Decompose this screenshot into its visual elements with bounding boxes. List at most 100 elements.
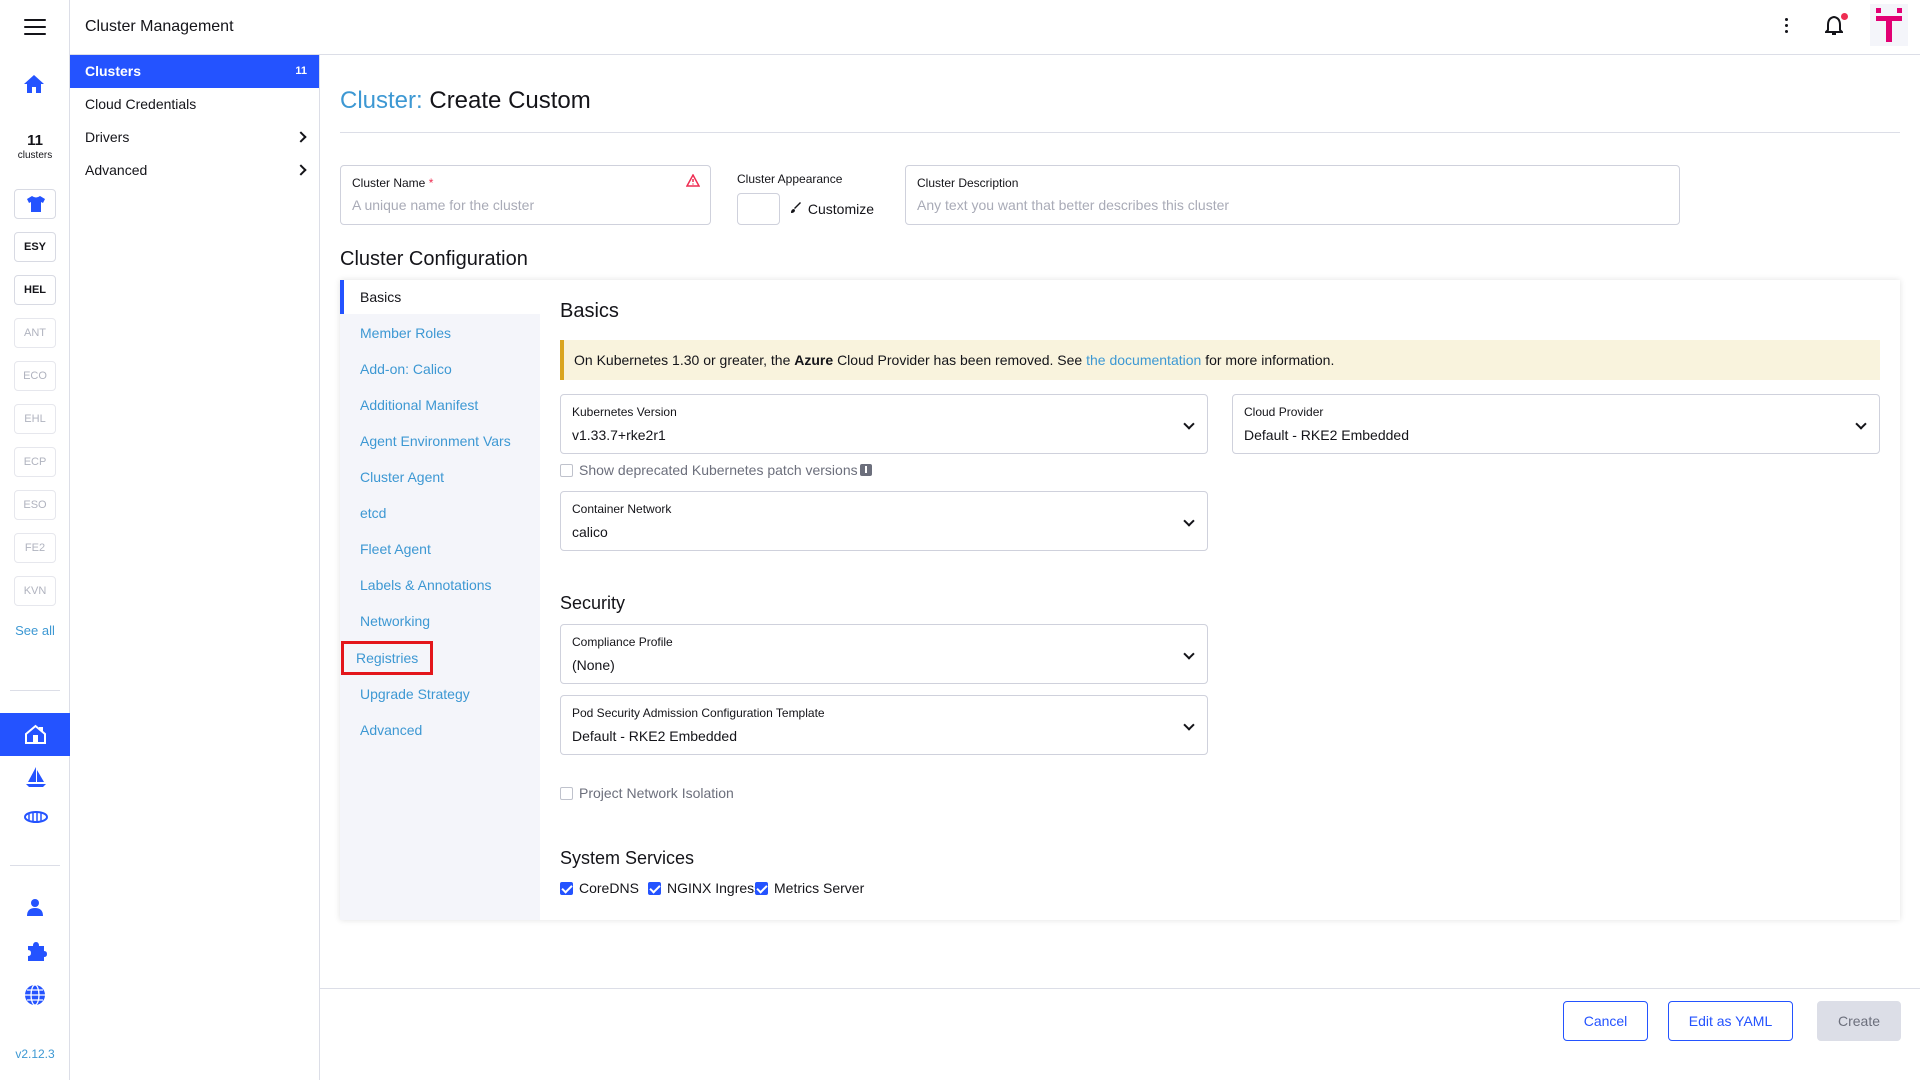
main-content: Cluster: Create Custom Cluster Name * A … [320,55,1920,1080]
cloud-provider-value: Default - RKE2 Embedded [1244,427,1409,443]
sidenav-item-label: Advanced [85,162,148,178]
cluster-badge-fe2[interactable]: FE2 [14,533,56,563]
cluster-name-field[interactable]: Cluster Name * A unique name for the clu… [340,165,711,225]
azure-warning-banner: On Kubernetes 1.30 or greater, the Azure… [560,340,1880,380]
version-label[interactable]: v2.12.3 [0,1047,70,1061]
cluster-badge-esy[interactable]: ESY [14,232,56,262]
cluster-management-nav[interactable] [0,713,70,756]
page-title-text: Create Custom [429,87,591,114]
rail-divider [10,865,60,866]
tab-additional-manifest[interactable]: Additional Manifest [340,388,540,422]
hamburger-menu-icon[interactable] [24,19,46,35]
container-network-value: calico [572,524,608,540]
metrics-server-checkbox-row[interactable]: Metrics Server [755,880,864,896]
user-avatar-logo[interactable] [1870,4,1908,46]
tab-registries[interactable]: Registries [340,641,540,675]
cluster-management-icon [25,724,46,744]
cluster-description-field[interactable]: Cluster Description Any text you want th… [905,165,1680,225]
container-network-label: Container Network [572,502,672,516]
basics-content: Basics On Kubernetes 1.30 or greater, th… [540,280,1900,920]
notifications-bell-icon[interactable] [1823,13,1848,41]
pod-security-admission-label: Pod Security Admission Configuration Tem… [572,706,825,720]
cluster-badge-ecp[interactable]: ECP [14,447,56,477]
extensions-icon[interactable] [24,810,48,829]
globe-icon[interactable] [24,984,46,1011]
cluster-badge-ant[interactable]: ANT [14,318,56,348]
kubernetes-version-select[interactable]: Kubernetes Version v1.33.7+rke2r1 [560,394,1208,454]
sidenav-item-clusters[interactable]: Clusters 11 [70,55,319,88]
cluster-name-label: Cluster Name * [352,176,434,190]
cancel-button[interactable]: Cancel [1563,1001,1648,1041]
tab-fleet-agent[interactable]: Fleet Agent [340,532,540,566]
page-title-prefix[interactable]: Cluster: [340,87,423,114]
puzzle-icon[interactable] [25,940,47,967]
warning-icon [685,173,701,192]
sidenav-item-advanced[interactable]: Advanced [70,154,319,187]
tab-basics[interactable]: Basics [340,280,540,314]
cluster-appearance-label: Cluster Appearance [737,172,843,186]
tab-etcd[interactable]: etcd [340,496,540,530]
side-nav: Clusters 11 Cloud Credentials Drivers Ad… [70,55,320,1080]
info-icon[interactable] [859,464,872,476]
sidenav-item-drivers[interactable]: Drivers [70,121,319,154]
cluster-description-input[interactable]: Any text you want that better describes … [917,197,1229,213]
kebab-menu-icon[interactable] [1785,18,1789,36]
chevron-down-icon [1183,418,1195,430]
kubernetes-version-label: Kubernetes Version [572,405,677,419]
cloud-provider-select[interactable]: Cloud Provider Default - RKE2 Embedded [1232,394,1880,454]
sidenav-item-label: Drivers [85,129,130,145]
tab-agent-environment-vars[interactable]: Agent Environment Vars [340,424,540,458]
documentation-link[interactable]: the documentation [1086,352,1201,368]
metrics-server-checkbox[interactable] [755,881,768,895]
header-title: Cluster Management [85,18,234,35]
cluster-badge-eco[interactable]: ECO [14,361,56,391]
config-tabs: Basics Member Roles Add-on: Calico Addit… [340,280,540,920]
sidenav-item-label: Cloud Credentials [85,96,197,112]
chevron-right-icon [295,164,307,176]
cluster-badge-kvn[interactable]: KVN [14,576,56,606]
cluster-appearance-preview[interactable] [737,193,780,225]
project-network-isolation-row[interactable]: Project Network Isolation [560,785,734,801]
chevron-down-icon [1183,719,1195,731]
home-icon[interactable] [23,74,45,99]
chevron-right-icon [295,131,307,143]
pod-security-admission-select[interactable]: Pod Security Admission Configuration Tem… [560,695,1208,755]
cluster-badge-hel[interactable]: HEL [14,275,56,305]
coredns-checkbox[interactable] [560,881,573,895]
tab-networking[interactable]: Networking [340,604,540,638]
edit-as-yaml-button[interactable]: Edit as YAML [1668,1001,1793,1041]
nginx-ingress-checkbox[interactable] [648,881,661,895]
tab-member-roles[interactable]: Member Roles [340,316,540,350]
tab-advanced[interactable]: Advanced [340,713,540,747]
project-network-isolation-checkbox[interactable] [560,786,573,800]
pod-security-admission-value: Default - RKE2 Embedded [572,728,737,744]
tab-labels-annotations[interactable]: Labels & Annotations [340,568,540,602]
cluster-badge-tshirt[interactable] [14,189,56,219]
nginx-ingress-label: NGINX Ingress [667,880,762,896]
cloud-provider-label: Cloud Provider [1244,405,1324,419]
show-deprecated-checkbox-row[interactable]: Show deprecated Kubernetes patch version… [560,462,872,478]
page-title: Cluster: Create Custom [340,87,591,115]
chevron-down-icon [1183,648,1195,660]
user-icon[interactable] [26,898,44,921]
cluster-description-label: Cluster Description [917,176,1019,190]
customize-button[interactable]: Customize [790,201,874,217]
create-button[interactable]: Create [1817,1001,1901,1041]
tshirt-icon [26,195,46,224]
tab-cluster-agent[interactable]: Cluster Agent [340,460,540,494]
container-network-select[interactable]: Container Network calico [560,491,1208,551]
tab-addon-calico[interactable]: Add-on: Calico [340,352,540,386]
cluster-configuration-panel: Basics Member Roles Add-on: Calico Addit… [340,280,1900,920]
sailboat-icon[interactable] [25,766,47,793]
nginx-ingress-checkbox-row[interactable]: NGINX Ingress [648,880,761,896]
cluster-badge-eso[interactable]: ESO [14,490,56,520]
title-divider [340,132,1900,133]
cluster-badge-ehl[interactable]: EHL [14,404,56,434]
tab-upgrade-strategy[interactable]: Upgrade Strategy [340,677,540,711]
coredns-checkbox-row[interactable]: CoreDNS [560,880,639,896]
see-all-link[interactable]: See all [0,623,70,638]
cluster-name-input[interactable]: A unique name for the cluster [352,197,534,213]
sidenav-item-cloud-credentials[interactable]: Cloud Credentials [70,88,319,121]
show-deprecated-checkbox[interactable] [560,463,573,477]
compliance-profile-select[interactable]: Compliance Profile (None) [560,624,1208,684]
